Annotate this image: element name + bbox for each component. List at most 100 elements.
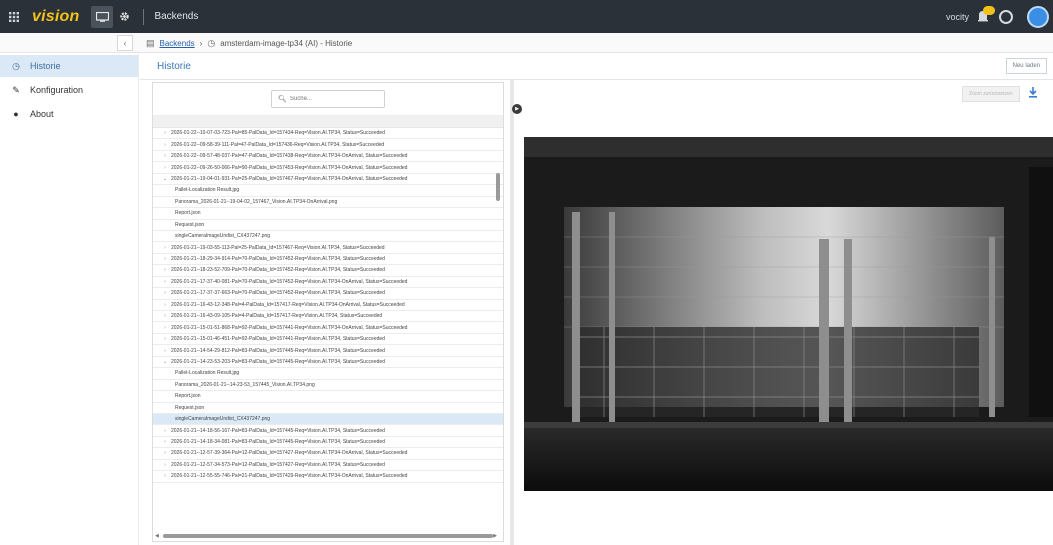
horizontal-scrollbar[interactable] — [163, 534, 493, 538]
panel-splitter[interactable] — [510, 80, 514, 545]
search-input[interactable] — [289, 96, 380, 102]
sidebar-item-konfiguration[interactable]: ✎ Konfiguration — [0, 79, 138, 101]
row-label: 2026-01-21--17-37-40-081-Pal=70-PalData_… — [171, 278, 408, 285]
chevron-right-icon[interactable]: › — [159, 279, 171, 285]
reload-button[interactable]: Neu laden — [1005, 58, 1047, 74]
file-row[interactable]: Report.json — [153, 208, 503, 220]
chevron-right-icon[interactable]: › — [159, 313, 171, 319]
file-row[interactable]: Report.json — [153, 391, 503, 403]
row-label: Report.json — [175, 393, 201, 400]
notification-bell-icon[interactable] — [975, 5, 995, 26]
chevron-right-icon[interactable]: › — [159, 450, 171, 456]
image-preview[interactable] — [524, 137, 1053, 491]
history-entry-row[interactable]: › 2026-01-21--19-03-55-113-Pal=25-PalData… — [153, 242, 503, 254]
chevron-right-icon[interactable]: › — [159, 130, 171, 136]
history-entry-row[interactable]: › 2026-01-22--09-58-39-111-Pal=47-PalData… — [153, 139, 503, 151]
history-icon: ◷ — [207, 37, 216, 48]
row-label: 2026-01-21--14-23-53-203-Pal=83-PalData_… — [171, 358, 385, 365]
monitor-icon[interactable] — [91, 5, 114, 28]
row-label: 2026-01-21--18-29-34-914-Pal=70-PalData_… — [171, 256, 385, 263]
chevron-right-icon[interactable]: › — [159, 473, 171, 479]
chevron-right-icon[interactable]: › — [159, 348, 171, 354]
splitter-handle-icon[interactable]: ▶ — [512, 104, 522, 114]
globe-icon[interactable] — [999, 9, 1013, 24]
history-entry-row[interactable]: ⌄ 2026-01-21--19-04-01-931-Pal=25-PalData… — [153, 174, 503, 186]
breadcrumb-root-link[interactable]: Backends — [160, 39, 195, 48]
history-entry-row[interactable]: › 2026-01-22--10-07-03-723-Pal=85-PalData… — [153, 128, 503, 140]
sidebar-item-about[interactable]: ● About — [0, 103, 138, 125]
row-label: 2026-01-21--15-01-46-451-Pal=92-PalData_… — [171, 336, 385, 343]
row-label: 2026-01-21--19-04-01-931-Pal=25-PalData_… — [171, 175, 408, 182]
history-entry-row[interactable]: › 2026-01-21--14-54-29-812-Pal=83-PalData… — [153, 345, 503, 357]
chevron-right-icon[interactable]: › — [159, 462, 171, 468]
gear-icon[interactable] — [113, 6, 135, 28]
chevron-down-icon[interactable]: ⌄ — [159, 176, 171, 182]
chevron-right-icon[interactable]: › — [159, 302, 171, 308]
file-row[interactable]: Pallet-Localization Result.jpg — [153, 368, 503, 380]
chevron-right-icon[interactable]: › — [159, 290, 171, 296]
sidebar-item-historie[interactable]: ◷ Historie — [0, 55, 138, 77]
file-row[interactable]: singleCameraImageUndist_CX437247.png — [153, 413, 503, 426]
file-row[interactable]: Request.json — [153, 220, 503, 231]
main-header: Historie Neu laden — [140, 53, 1053, 80]
history-entry-row[interactable]: › 2026-01-21--12-57-39-364-Pal=12-PalData… — [153, 448, 503, 460]
history-entry-row[interactable]: › 2026-01-21--18-23-52-709-Pal=70-PalData… — [153, 265, 503, 277]
file-row[interactable]: Request.json — [153, 403, 503, 414]
history-entry-row[interactable]: › 2026-01-21--14-18-56-167-Pal=83-PalData… — [153, 425, 503, 437]
sidebar-item-label: Konfiguration — [30, 85, 84, 95]
vision-logo[interactable]: vision — [32, 8, 79, 26]
row-label: 2026-01-22--09-57-48-037-Pal=47-PalData_… — [171, 153, 408, 160]
avatar[interactable] — [1027, 5, 1049, 28]
backends-icon: ▤ — [146, 37, 155, 48]
scroll-left-icon[interactable]: ◀ — [155, 533, 159, 539]
history-entry-row[interactable]: › 2026-01-22--09-26-50-066-Pal=90-PalData… — [153, 162, 503, 174]
download-icon[interactable] — [1028, 87, 1038, 101]
collapse-sidebar-button[interactable]: ‹ — [117, 35, 133, 51]
row-label: Panorama_2026-01-21--19-04-02_157467_Vis… — [175, 198, 338, 205]
chevron-right-icon[interactable]: › — [159, 267, 171, 273]
history-entry-row[interactable]: › 2026-01-21--12-57-34-573-Pal=12-PalData… — [153, 460, 503, 472]
history-entry-row[interactable]: ⌄ 2026-01-21--14-23-53-203-Pal=83-PalData… — [153, 357, 503, 369]
history-entry-row[interactable]: › 2026-01-21--17-37-40-081-Pal=70-PalData… — [153, 277, 503, 289]
chevron-right-icon[interactable]: › — [159, 256, 171, 262]
sidebar-item-label: About — [30, 109, 54, 119]
chevron-right-icon[interactable]: › — [159, 142, 171, 148]
history-entry-row[interactable]: › 2026-01-21--14-18-34-081-Pal=83-PalData… — [153, 437, 503, 449]
history-entry-row[interactable]: › 2026-01-21--16-43-09-105-Pal=4-PalData_… — [153, 311, 503, 323]
history-entry-row[interactable]: › 2026-01-21--12-55-55-746-Pal=21-PalData… — [153, 471, 503, 483]
search-box[interactable]: 🔍︎ — [271, 90, 385, 108]
topbar-divider — [143, 8, 145, 25]
chevron-right-icon[interactable]: › — [159, 245, 171, 251]
page-title: Historie — [157, 60, 191, 72]
chevron-right-icon[interactable]: › — [159, 165, 171, 171]
row-label: 2026-01-21--14-18-56-167-Pal=83-PalData_… — [171, 427, 385, 434]
file-row[interactable]: singleCameraImageUndist_CX437247.png — [153, 231, 503, 243]
chevron-right-icon[interactable]: › — [159, 428, 171, 434]
apps-grid-icon[interactable] — [2, 0, 26, 33]
history-icon: ◷ — [12, 60, 20, 71]
chevron-down-icon[interactable]: ⌄ — [159, 359, 171, 365]
chevron-right-icon[interactable]: › — [159, 336, 171, 342]
file-row[interactable]: Panorama_2026-01-21--14-23-53_157445_Vis… — [153, 380, 503, 392]
history-list-panel: 🔍︎ ›2026-01-22--10-07-03-723-Pal=85-PalD… — [152, 82, 504, 542]
scroll-right-icon[interactable]: ▶ — [493, 533, 497, 539]
row-label: 2026-01-21--14-18-34-081-Pal=83-PalData_… — [171, 439, 385, 446]
chevron-right-icon[interactable]: › — [159, 439, 171, 445]
history-entry-row[interactable]: › 2026-01-21--18-29-34-914-Pal=70-PalData… — [153, 254, 503, 266]
row-label: 2026-01-21--12-57-39-364-Pal=12-PalData_… — [171, 450, 408, 457]
history-entry-row[interactable]: › 2026-01-21--15-01-51-868-Pal=92-PalData… — [153, 322, 503, 334]
user-name[interactable]: vocity — [946, 12, 969, 22]
breadcrumb-current: amsterdam-image-tp34 (AI) - Historie — [220, 38, 353, 48]
row-label: 2026-01-21--12-55-55-746-Pal=21-PalData_… — [171, 473, 408, 480]
chevron-right-icon[interactable]: › — [159, 325, 171, 331]
chevron-right-icon[interactable]: › — [159, 153, 171, 159]
file-row[interactable]: Panorama_2026-01-21--19-04-02_157467_Vis… — [153, 197, 503, 209]
row-label: singleCameraImageUndist_CX437247.png — [175, 233, 271, 240]
history-entry-row[interactable]: › 2026-01-22--09-57-48-037-Pal=47-PalData… — [153, 151, 503, 163]
history-entry-row[interactable]: › 2026-01-21--17-37-37-663-Pal=70-PalData… — [153, 288, 503, 300]
history-entry-row[interactable]: › 2026-01-21--15-01-46-451-Pal=92-PalData… — [153, 334, 503, 346]
file-row[interactable]: Pallet-Localization Result.jpg — [153, 185, 503, 197]
zoom-reset-button[interactable]: Zoom zurücksetzen — [962, 86, 1020, 102]
vertical-scrollbar[interactable] — [496, 173, 500, 201]
history-entry-row[interactable]: › 2026-01-21--16-43-12-348-Pal=4-PalData_… — [153, 300, 503, 311]
